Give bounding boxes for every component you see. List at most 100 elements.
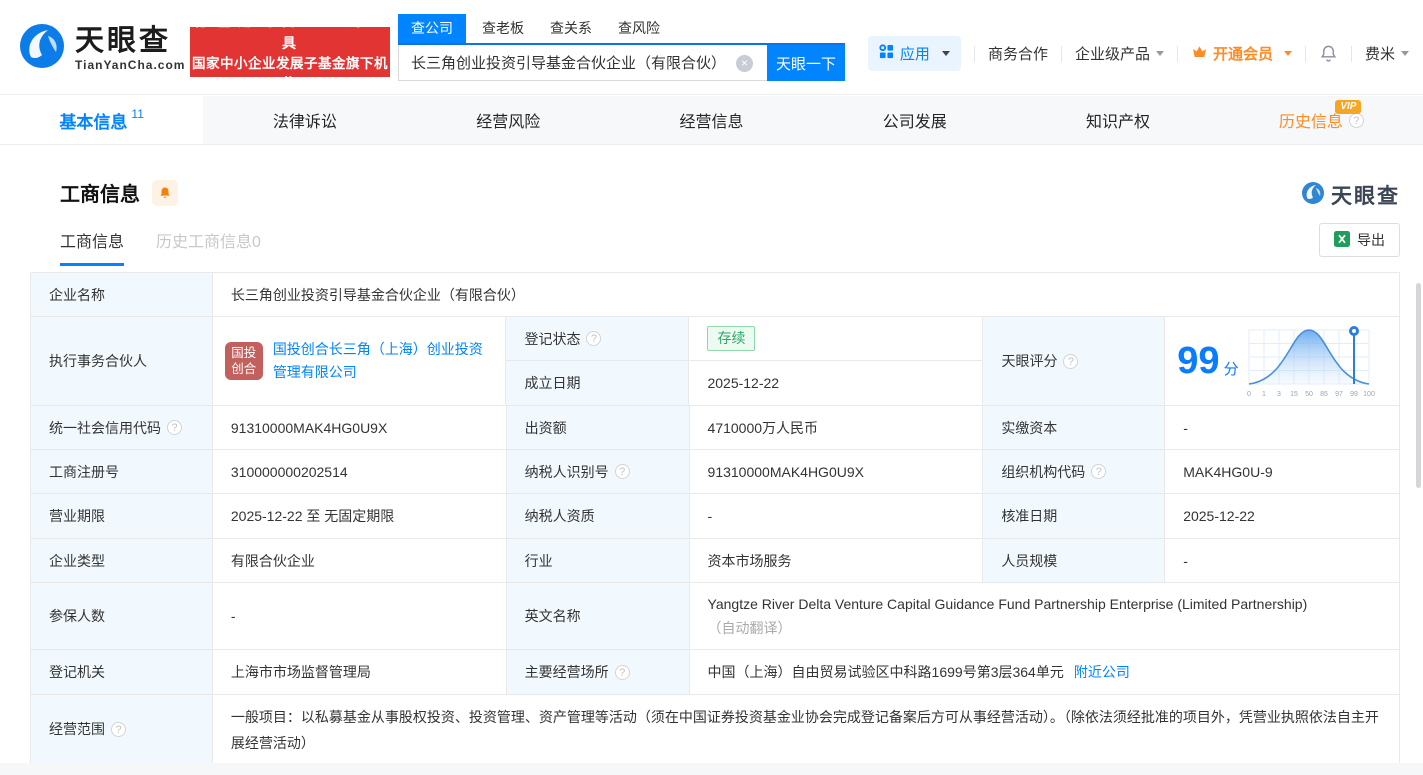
svg-text:3: 3 xyxy=(1277,391,1281,398)
apps-label: 应用 xyxy=(899,46,930,63)
open-vip-label: 开通会员 xyxy=(1212,46,1273,63)
reg-status-cell: 存续 xyxy=(689,317,984,361)
excel-icon xyxy=(1334,230,1350,250)
apps-grid-icon xyxy=(879,44,894,63)
search-button[interactable]: 天眼一下 xyxy=(767,45,845,81)
svg-text:97: 97 xyxy=(1335,391,1343,398)
header-menu: 应用 商务合作 企业级产品 开通会员 费米 xyxy=(867,36,1409,71)
authority-label: 登记机关 xyxy=(31,650,213,695)
address-value: 中国（上海）自由贸易试验区中科路1699号第3层364单元 xyxy=(707,664,1064,680)
tianyancha-logo[interactable]: 天眼查 TianYanCha.com xyxy=(18,22,185,75)
tab-history-info[interactable]: VIP 历史信息 ? xyxy=(1220,96,1423,144)
search-tab-risk[interactable]: 查风险 xyxy=(618,14,660,43)
username: 费米 xyxy=(1364,46,1395,63)
tab-operation-risk[interactable]: 经营风险 xyxy=(407,96,610,144)
score-distribution-chart: 0 1 3 15 50 85 97 99 100 xyxy=(1243,320,1375,403)
table-row: 统一社会信用代码? 91310000MAK4HG0U9X 出资额 4710000… xyxy=(31,406,1401,450)
taxpayer-no-label: 纳税人识别号? xyxy=(506,450,690,494)
tab-intellectual-property[interactable]: 知识产权 xyxy=(1016,96,1219,144)
question-icon[interactable]: ? xyxy=(586,331,602,346)
taxpayer-no-value: 91310000MAK4HG0U9X xyxy=(689,450,984,494)
company-name-label: 企业名称 xyxy=(31,273,213,317)
svg-text:85: 85 xyxy=(1320,391,1328,398)
user-menu[interactable]: 费米 xyxy=(1365,43,1409,64)
english-name-label: 英文名称 xyxy=(506,583,690,650)
table-row: 企业名称 长三角创业投资引导基金合伙企业（有限合伙） xyxy=(31,273,1400,317)
insured-value: - xyxy=(212,583,507,650)
scope-value: 一般项目：以私募基金从事股权投资、投资管理、资产管理等活动（须在中国证券投资基金… xyxy=(212,695,1400,764)
question-icon[interactable]: ? xyxy=(1348,112,1364,128)
search-tab-company[interactable]: 查公司 xyxy=(398,14,466,43)
brand-domain: TianYanCha.com xyxy=(75,57,186,72)
enterprise-product-label: 企业级产品 xyxy=(1074,46,1150,63)
subtab-business-info[interactable]: 工商信息 xyxy=(60,228,125,266)
question-icon[interactable]: ? xyxy=(167,420,182,435)
tab-legal-litigation[interactable]: 法律诉讼 xyxy=(203,96,406,144)
watermark-brand-text: 天眼查 xyxy=(1331,185,1400,208)
tab-basic-info[interactable]: 基本信息 11 xyxy=(0,96,204,144)
apps-menu[interactable]: 应用 xyxy=(867,36,961,71)
question-icon[interactable]: ? xyxy=(614,664,630,680)
tyc-score-cell: 99 分 0 1 3 15 50 85 97 99 100 xyxy=(1165,317,1400,406)
tianyancha-eye-icon xyxy=(1301,181,1325,210)
org-code-label: 组织机构代码? xyxy=(983,450,1166,494)
capital-label: 出资额 xyxy=(506,406,690,450)
partner-avatar[interactable]: 国投创合 xyxy=(224,342,263,380)
search-tab-boss[interactable]: 查老板 xyxy=(482,14,524,43)
industry-value: 资本市场服务 xyxy=(689,539,984,583)
table-row: 登记机关 上海市市场监督管理局 主要经营场所? 中国（上海）自由贸易试验区中科路… xyxy=(31,650,1400,695)
export-button[interactable]: 导出 xyxy=(1319,223,1400,257)
tab-company-development[interactable]: 公司发展 xyxy=(813,96,1016,144)
promo-banner: 都 在 用 的 商 业 查 询 工 具 国家中小企业发展子基金旗下机构 xyxy=(190,13,390,91)
partner-company-link[interactable]: 国投创合长三角（上海）创业投资管理有限公司 xyxy=(273,338,494,384)
credit-code-label: 统一社会信用代码? xyxy=(31,406,213,450)
section-subtabs: 工商信息 历史工商信息0 xyxy=(60,228,261,266)
auto-translate-note: （自动翻译） xyxy=(707,620,792,636)
open-vip-menu[interactable]: 开通会员 xyxy=(1191,43,1292,64)
chevron-down-icon xyxy=(1283,51,1292,56)
chevron-down-icon xyxy=(1401,51,1409,56)
question-icon[interactable]: ? xyxy=(1063,353,1079,369)
tab-operation-info[interactable]: 经营信息 xyxy=(610,96,813,144)
establish-date-value: 2025-12-22 xyxy=(689,361,984,406)
section-header: 工商信息 xyxy=(60,178,178,207)
tianyancha-eye-icon xyxy=(18,22,66,75)
search-input[interactable] xyxy=(398,45,767,81)
paid-capital-value: - xyxy=(1165,406,1401,450)
address-label: 主要经营场所? xyxy=(506,650,690,695)
crown-icon xyxy=(1191,43,1208,64)
tab-basic-info-label: 基本信息 xyxy=(59,112,128,132)
svg-text:50: 50 xyxy=(1305,391,1313,398)
notification-bell[interactable] xyxy=(1319,44,1338,63)
subtab-history-business-info[interactable]: 历史工商信息0 xyxy=(156,228,261,252)
authority-value: 上海市市场监督管理局 xyxy=(212,650,507,695)
scope-label: 经营范围? xyxy=(31,695,213,764)
reg-status-label: 登记状态? xyxy=(506,317,690,361)
company-type-label: 企业类型 xyxy=(31,539,213,583)
bell-icon xyxy=(160,186,170,198)
enterprise-product-menu[interactable]: 企业级产品 xyxy=(1075,43,1164,64)
svg-text:1: 1 xyxy=(1262,391,1266,398)
question-icon[interactable]: ? xyxy=(1091,464,1107,479)
tyc-score-label: 天眼评分? xyxy=(983,317,1166,406)
executive-partner-cell: 国投创合 国投创合长三角（上海）创业投资管理有限公司 xyxy=(212,317,507,406)
question-icon[interactable]: ? xyxy=(111,721,126,737)
vertical-scrollbar[interactable] xyxy=(1416,283,1421,488)
subscribe-bell-button[interactable] xyxy=(152,179,178,206)
clear-icon[interactable]: × xyxy=(736,55,753,72)
svg-text:15: 15 xyxy=(1290,391,1298,398)
business-cooperation-link[interactable]: 商务合作 xyxy=(988,43,1048,64)
table-row: 营业期限 2025-12-22 至 无固定期限 纳税人资质 - 核准日期 202… xyxy=(31,494,1401,539)
table-row: 企业类型 有限合伙企业 行业 资本市场服务 人员规模 - xyxy=(31,539,1401,583)
question-icon[interactable]: ? xyxy=(614,464,630,479)
score-unit: 分 xyxy=(1223,360,1239,378)
divider xyxy=(973,45,975,62)
tab-history-info-label: 历史信息 xyxy=(1278,114,1343,131)
nearby-companies-link[interactable]: 附近公司 xyxy=(1074,662,1130,682)
term-value: 2025-12-22 至 无固定期限 xyxy=(212,494,507,539)
search-tab-relation[interactable]: 查关系 xyxy=(550,14,592,43)
divider xyxy=(1176,45,1178,62)
taxpayer-quality-value: - xyxy=(689,494,984,539)
reg-no-value: 310000000202514 xyxy=(212,450,507,494)
promo-line1: 都 在 用 的 商 业 查 询 工 具 xyxy=(194,13,386,51)
